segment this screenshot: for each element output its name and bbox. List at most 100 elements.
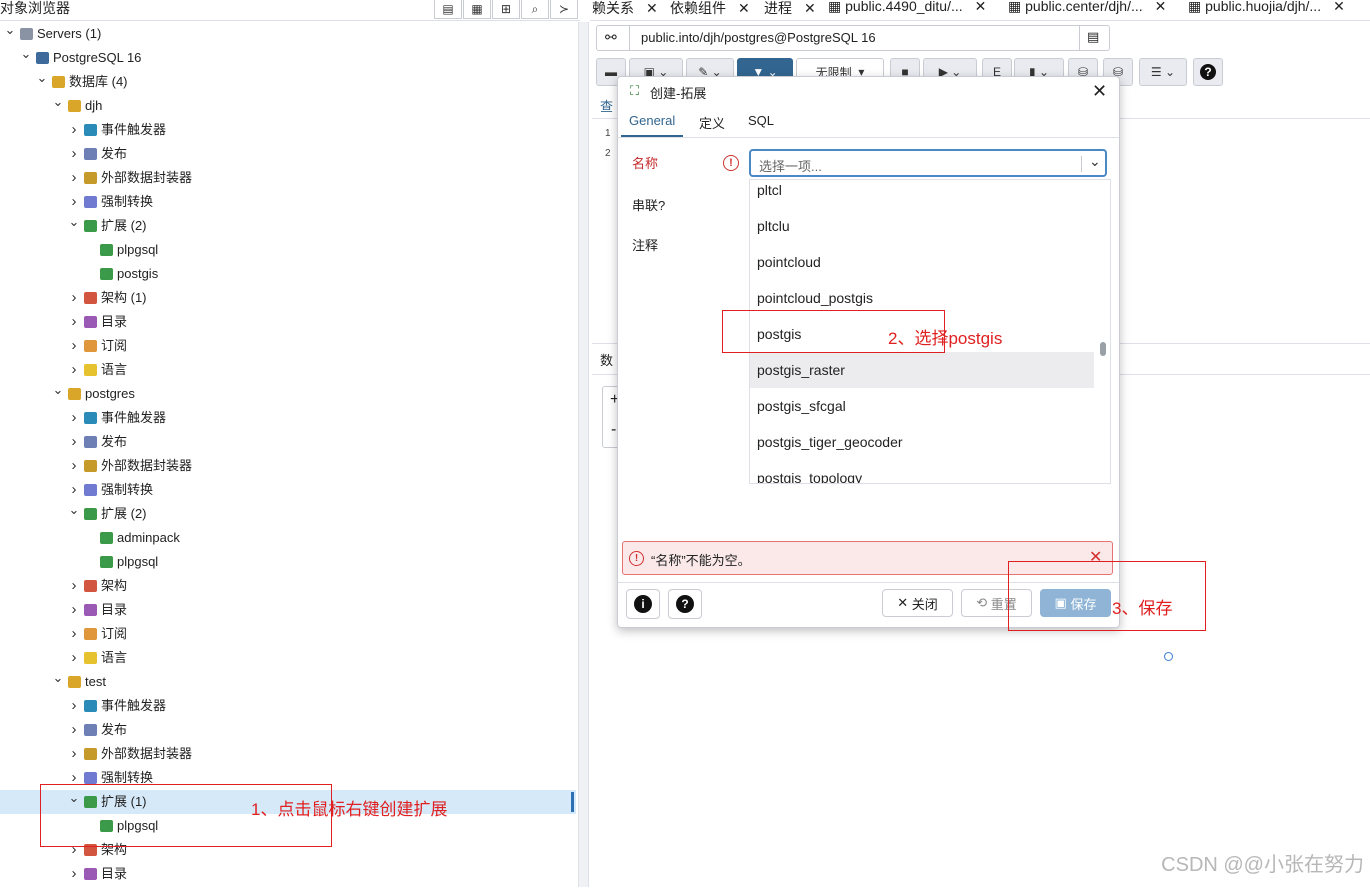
editor-tab[interactable]: ▦ public.center/djh/... ✕: [1008, 0, 1166, 15]
tree-item[interactable]: › 外部数据封装器: [0, 454, 576, 478]
name-select[interactable]: 选择一项... ⌄: [749, 149, 1107, 177]
tree-item[interactable]: › 强制转换: [0, 478, 576, 502]
tree-item[interactable]: › 目录: [0, 862, 576, 886]
close-tab-icon[interactable]: ✕: [1155, 0, 1167, 14]
chevron-down-icon[interactable]: ⌄: [4, 18, 16, 42]
tree-item[interactable]: ⌄ PostgreSQL 16: [0, 46, 576, 70]
tree-item[interactable]: plpgsql: [0, 238, 576, 262]
chevron-right-icon[interactable]: ›: [68, 166, 80, 190]
tree-item[interactable]: › 目录: [0, 310, 576, 334]
option-item[interactable]: pltcl: [750, 180, 1094, 208]
tree-item[interactable]: › 语言: [0, 358, 576, 382]
close-icon[interactable]: ✕: [1092, 81, 1107, 102]
editor-tab[interactable]: ▦ public.huojia/djh/... ✕: [1188, 0, 1345, 15]
tree-item[interactable]: adminpack: [0, 526, 576, 550]
info-button[interactable]: i: [626, 589, 660, 619]
tree-item[interactable]: › 发布: [0, 718, 576, 742]
tree-item[interactable]: ⌄ 扩展 (2): [0, 214, 576, 238]
close-button[interactable]: ✕ 关闭: [882, 589, 953, 617]
close-tab-icon[interactable]: ✕: [1333, 0, 1345, 14]
chevron-right-icon[interactable]: ›: [68, 574, 80, 598]
close-tab-icon[interactable]: ✕: [738, 0, 750, 16]
close-tab-icon[interactable]: ✕: [975, 0, 987, 14]
tree-item[interactable]: ⌄ 数据库 (4): [0, 70, 576, 94]
tree-item[interactable]: › 发布: [0, 430, 576, 454]
tab-general[interactable]: General: [620, 113, 684, 137]
tree-item[interactable]: › 事件触发器: [0, 118, 576, 142]
tree-item[interactable]: › 强制转换: [0, 190, 576, 214]
chevron-right-icon[interactable]: ›: [68, 454, 80, 478]
tree-item[interactable]: postgis: [0, 262, 576, 286]
tree-item[interactable]: › 外部数据封装器: [0, 166, 576, 190]
option-item[interactable]: postgis_raster: [750, 352, 1094, 388]
chevron-right-icon[interactable]: ›: [68, 646, 80, 670]
chevron-down-icon[interactable]: ⌄: [36, 66, 48, 90]
chevron-right-icon[interactable]: ›: [68, 286, 80, 310]
tree-item[interactable]: ⌄ 扩展 (2): [0, 502, 576, 526]
tab-definition[interactable]: 定义: [699, 113, 725, 132]
chevron-right-icon[interactable]: ›: [68, 718, 80, 742]
close-tab-icon[interactable]: ✕: [804, 0, 816, 16]
tree-item[interactable]: › 语言: [0, 646, 576, 670]
tree-item[interactable]: › 目录: [0, 598, 576, 622]
chevron-down-icon[interactable]: ⌄: [52, 666, 64, 690]
editor-tab[interactable]: 赖关系 ✕: [592, 0, 658, 18]
tree-item[interactable]: ⌄ test: [0, 670, 576, 694]
tree-item[interactable]: › 订阅: [0, 622, 576, 646]
database-icon[interactable]: ▤: [434, 0, 462, 19]
chevron-right-icon[interactable]: ›: [68, 622, 80, 646]
tree-item[interactable]: plpgsql: [0, 550, 576, 574]
chevron-down-icon[interactable]: ⌄: [52, 378, 64, 402]
chevron-down-icon[interactable]: ⌄: [1089, 153, 1101, 170]
tree-item[interactable]: › 架构 (1): [0, 286, 576, 310]
chevron-down-icon[interactable]: ⌄: [20, 42, 32, 66]
terminal-icon[interactable]: ≻: [550, 0, 578, 19]
option-item[interactable]: pltclu: [750, 208, 1094, 244]
editor-tab[interactable]: 进程 ✕: [764, 0, 816, 18]
connection-status-icon[interactable]: ⚯: [605, 29, 617, 46]
results-tab-partial[interactable]: 数: [600, 350, 613, 369]
tree-item[interactable]: › 架构: [0, 574, 576, 598]
database-icon[interactable]: ▤: [1087, 29, 1099, 45]
tree-item[interactable]: › 事件触发器: [0, 694, 576, 718]
query-tab-partial[interactable]: 查: [600, 96, 613, 115]
chevron-right-icon[interactable]: ›: [68, 598, 80, 622]
panel-splitter[interactable]: [578, 22, 589, 887]
tree-item[interactable]: ⌄ djh: [0, 94, 576, 118]
chevron-right-icon[interactable]: ›: [68, 142, 80, 166]
help-icon[interactable]: ?: [1193, 58, 1223, 86]
tree-item[interactable]: ⌄ postgres: [0, 382, 576, 406]
tab-sql[interactable]: SQL: [748, 113, 774, 128]
option-item[interactable]: postgis_topology: [750, 460, 1094, 483]
table-icon[interactable]: ▦: [463, 0, 491, 19]
help-button[interactable]: ?: [668, 589, 702, 619]
tree-item[interactable]: ⌄ Servers (1): [0, 22, 576, 46]
close-tab-icon[interactable]: ✕: [646, 0, 658, 16]
macros-button[interactable]: ☰ ⌄: [1139, 58, 1187, 86]
remove-row-icon[interactable]: -: [611, 421, 616, 439]
chevron-down-icon[interactable]: ⌄: [68, 498, 80, 522]
tree-item[interactable]: › 事件触发器: [0, 406, 576, 430]
chevron-right-icon[interactable]: ›: [68, 742, 80, 766]
option-item[interactable]: pointcloud: [750, 244, 1094, 280]
chevron-right-icon[interactable]: ›: [68, 694, 80, 718]
chevron-right-icon[interactable]: ›: [68, 430, 80, 454]
connection-bar[interactable]: ⚯ public.into/djh/postgres@PostgreSQL 16…: [596, 25, 1110, 51]
editor-tab[interactable]: 依赖组件 ✕: [670, 0, 750, 18]
option-item[interactable]: postgis_sfcgal: [750, 388, 1094, 424]
tree-item[interactable]: › 外部数据封装器: [0, 742, 576, 766]
chevron-right-icon[interactable]: ›: [68, 334, 80, 358]
filter-table-icon[interactable]: ⊞: [492, 0, 520, 19]
tree-item[interactable]: › 订阅: [0, 334, 576, 358]
search-icon[interactable]: ⌕: [521, 0, 549, 19]
option-item[interactable]: postgis_tiger_geocoder: [750, 424, 1094, 460]
editor-tab[interactable]: ▦ public.4490_ditu/... ✕: [828, 0, 986, 15]
chevron-right-icon[interactable]: ›: [68, 406, 80, 430]
chevron-right-icon[interactable]: ›: [68, 118, 80, 142]
chevron-right-icon[interactable]: ›: [68, 862, 80, 886]
dropdown-scrollbar[interactable]: [1100, 342, 1106, 356]
chevron-right-icon[interactable]: ›: [68, 358, 80, 382]
chevron-down-icon[interactable]: ⌄: [52, 90, 64, 114]
tree-item[interactable]: › 发布: [0, 142, 576, 166]
chevron-right-icon[interactable]: ›: [68, 310, 80, 334]
